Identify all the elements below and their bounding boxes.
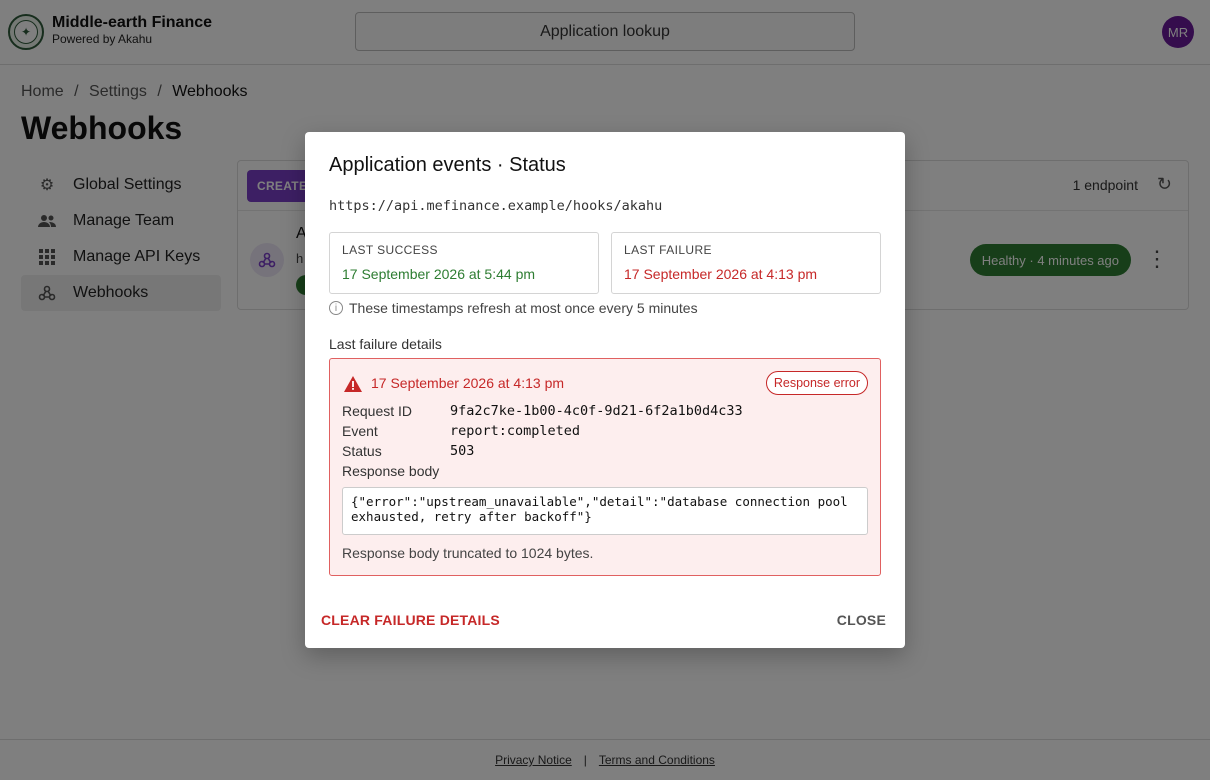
failure-details-label: Last failure details [329, 336, 442, 352]
dialog-title: Application events · Status [329, 154, 566, 176]
info-icon: i [329, 301, 343, 315]
event-value: report:completed [450, 423, 581, 439]
response-body-field[interactable]: {"error":"upstream_unavailable","detail"… [342, 487, 868, 535]
last-success-card: LAST SUCCESS 17 September 2026 at 5:44 p… [329, 232, 599, 294]
event-label: Event [342, 423, 378, 439]
response-body-label: Response body [342, 463, 440, 479]
last-failure-card: LAST FAILURE 17 September 2026 at 4:13 p… [611, 232, 881, 294]
close-button[interactable]: CLOSE [837, 612, 886, 628]
refresh-note: i These timestamps refresh at most once … [329, 300, 698, 316]
status-label: Status [342, 443, 382, 459]
last-failure-value: 17 September 2026 at 4:13 pm [624, 266, 818, 282]
request-id-label: Request ID [342, 403, 413, 419]
last-success-label: LAST SUCCESS [342, 243, 438, 257]
last-failure-label: LAST FAILURE [624, 243, 712, 257]
request-id-value: 9fa2c7ke-1b00-4c0f-9d21-6f2a1b0d4c33 [450, 403, 743, 419]
status-dialog: Application events · Status https://api.… [305, 132, 905, 648]
response-error-badge: Response error [765, 371, 868, 395]
webhook-url: https://api.mefinance.example/hooks/akah… [329, 198, 663, 214]
status-value: 503 [450, 443, 475, 459]
failure-details-box: 17 September 2026 at 4:13 pm Response er… [329, 358, 881, 576]
last-success-value: 17 September 2026 at 5:44 pm [342, 266, 536, 282]
truncation-note: Response body truncated to 1024 bytes. [342, 545, 594, 561]
warning-icon [344, 376, 362, 392]
failure-date: 17 September 2026 at 4:13 pm [371, 375, 565, 391]
refresh-note-text: These timestamps refresh at most once ev… [349, 300, 698, 316]
clear-failure-details-button[interactable]: CLEAR FAILURE DETAILS [321, 612, 500, 628]
